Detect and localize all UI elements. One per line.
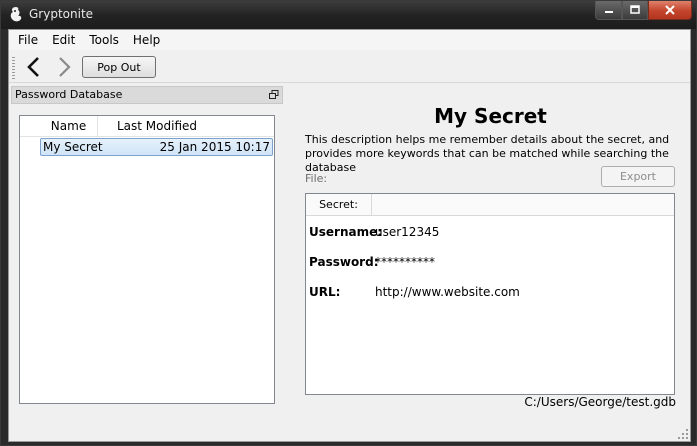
chevron-left-icon (27, 57, 39, 77)
panel-header: Password Database (11, 86, 283, 104)
url-value[interactable]: http://www.website.com (375, 285, 520, 299)
database-path: C:/Users/George/test.gdb (524, 395, 676, 409)
secret-title: My Secret (434, 104, 547, 128)
resize-grip-icon[interactable] (677, 428, 689, 440)
item-last-modified: 25 Jan 2015 10:17 (159, 140, 270, 154)
panel-title: Password Database (15, 88, 123, 101)
window-controls (595, 1, 692, 21)
item-name: My Secret (43, 140, 103, 154)
secret-detail-panel: My Secret This description helps me reme… (293, 86, 691, 440)
toolbar: Pop Out (9, 51, 690, 83)
back-button[interactable] (23, 55, 45, 79)
close-button[interactable] (648, 1, 692, 20)
undock-icon[interactable] (269, 90, 279, 100)
password-database-panel: Password Database Name Last Modified My … (9, 86, 285, 440)
pop-out-button[interactable]: Pop Out (82, 56, 156, 78)
main-client-area: File Edit Tools Help Pop Out Password Da… (8, 29, 691, 442)
file-label: File: (305, 172, 328, 185)
password-label: Password: (309, 255, 379, 269)
username-label: Username: (309, 225, 383, 239)
url-label: URL: (309, 285, 341, 299)
app-window: Gryptonite File Edit Tools Help Pop Out … (0, 0, 697, 446)
window-title: Gryptonite (29, 7, 94, 21)
username-value[interactable]: user12345 (375, 225, 439, 239)
title-bar[interactable]: Gryptonite (1, 1, 696, 29)
toolbar-grip[interactable] (12, 57, 15, 79)
close-icon (665, 5, 675, 15)
app-logo-icon (10, 7, 22, 22)
export-button[interactable]: Export (601, 166, 675, 187)
menu-file[interactable]: File (11, 33, 45, 47)
minimize-icon (604, 11, 613, 13)
column-last-modified[interactable]: Last Modified (98, 116, 216, 136)
chevron-right-icon (59, 57, 71, 77)
tab-strip: Secret: (306, 194, 674, 216)
column-name[interactable]: Name (40, 116, 98, 136)
menu-help[interactable]: Help (126, 33, 167, 47)
maximize-button[interactable] (622, 1, 648, 20)
tab-secret[interactable]: Secret: (306, 194, 372, 216)
menu-tools[interactable]: Tools (82, 33, 126, 47)
forward-button[interactable] (53, 55, 75, 79)
list-item[interactable]: My Secret 25 Jan 2015 10:17 (40, 138, 273, 156)
menu-bar: File Edit Tools Help (9, 30, 690, 50)
menu-edit[interactable]: Edit (45, 33, 82, 47)
secret-fields-box: Secret: Username: user12345 Password: **… (305, 193, 675, 395)
password-value[interactable]: ********** (375, 255, 435, 269)
minimize-button[interactable] (595, 1, 622, 20)
secrets-list[interactable]: Name Last Modified My Secret 25 Jan 2015… (19, 115, 275, 404)
list-header: Name Last Modified (20, 116, 274, 137)
maximize-icon (630, 5, 640, 14)
